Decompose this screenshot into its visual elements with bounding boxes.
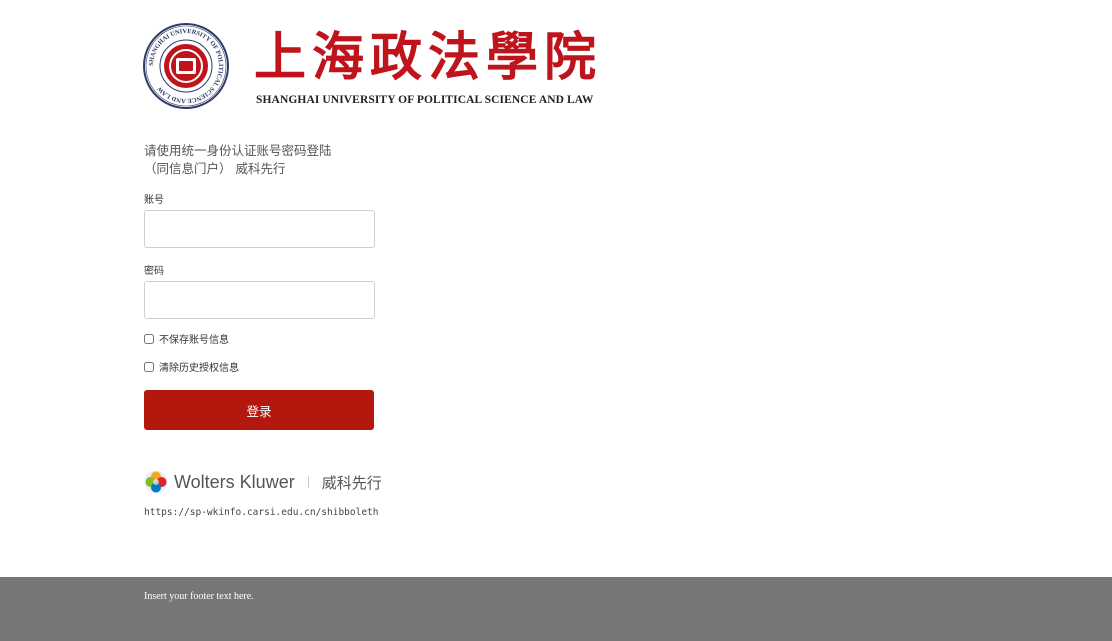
university-name-cn: 上海政法學院 xyxy=(254,27,603,88)
password-input[interactable] xyxy=(144,281,375,319)
login-instructions-line2: （同信息门户） 威科先行 xyxy=(144,161,286,176)
university-logo: SHANGHAI UNIVERSITY OF POLITICAL SCIENCE… xyxy=(142,20,622,112)
login-form: 请使用统一身份认证账号密码登陆 （同信息门户） 威科先行 账号 密码 不保存账号… xyxy=(144,142,384,518)
provider-name-cn: 威科先行 xyxy=(321,473,382,492)
university-seal-icon: SHANGHAI UNIVERSITY OF POLITICAL SCIENCE… xyxy=(143,23,229,109)
login-instructions-line1: 请使用统一身份认证账号密码登陆 xyxy=(144,143,332,158)
username-input[interactable] xyxy=(144,210,375,248)
dont-save-label: 不保存账号信息 xyxy=(159,335,229,346)
username-label: 账号 xyxy=(144,195,164,206)
login-button[interactable]: 登录 xyxy=(144,390,374,430)
provider-brand: Wolters Kluwer 威科先行 xyxy=(144,469,384,495)
clear-history-checkbox[interactable] xyxy=(144,361,154,372)
clear-history-label: 清除历史授权信息 xyxy=(159,363,239,374)
password-label: 密码 xyxy=(144,266,164,277)
clear-history-option[interactable]: 清除历史授权信息 xyxy=(144,359,384,374)
wolters-kluwer-logo-icon xyxy=(144,470,168,494)
page-footer: Insert your footer text here. xyxy=(0,577,1112,641)
dont-save-option[interactable]: 不保存账号信息 xyxy=(144,331,384,346)
brand-divider xyxy=(307,476,309,488)
footer-text: Insert your footer text here. xyxy=(144,591,254,602)
dont-save-checkbox[interactable] xyxy=(144,333,154,344)
login-page: SHANGHAI UNIVERSITY OF POLITICAL SCIENCE… xyxy=(0,0,1112,641)
provider-name: Wolters Kluwer xyxy=(174,471,295,492)
login-instructions: 请使用统一身份认证账号密码登陆 （同信息门户） 威科先行 xyxy=(144,142,384,178)
service-provider-url: https://sp-wkinfo.carsi.edu.cn/shibbolet… xyxy=(144,507,379,518)
university-name-en: SHANGHAI UNIVERSITY OF POLITICAL SCIENCE… xyxy=(256,94,594,106)
